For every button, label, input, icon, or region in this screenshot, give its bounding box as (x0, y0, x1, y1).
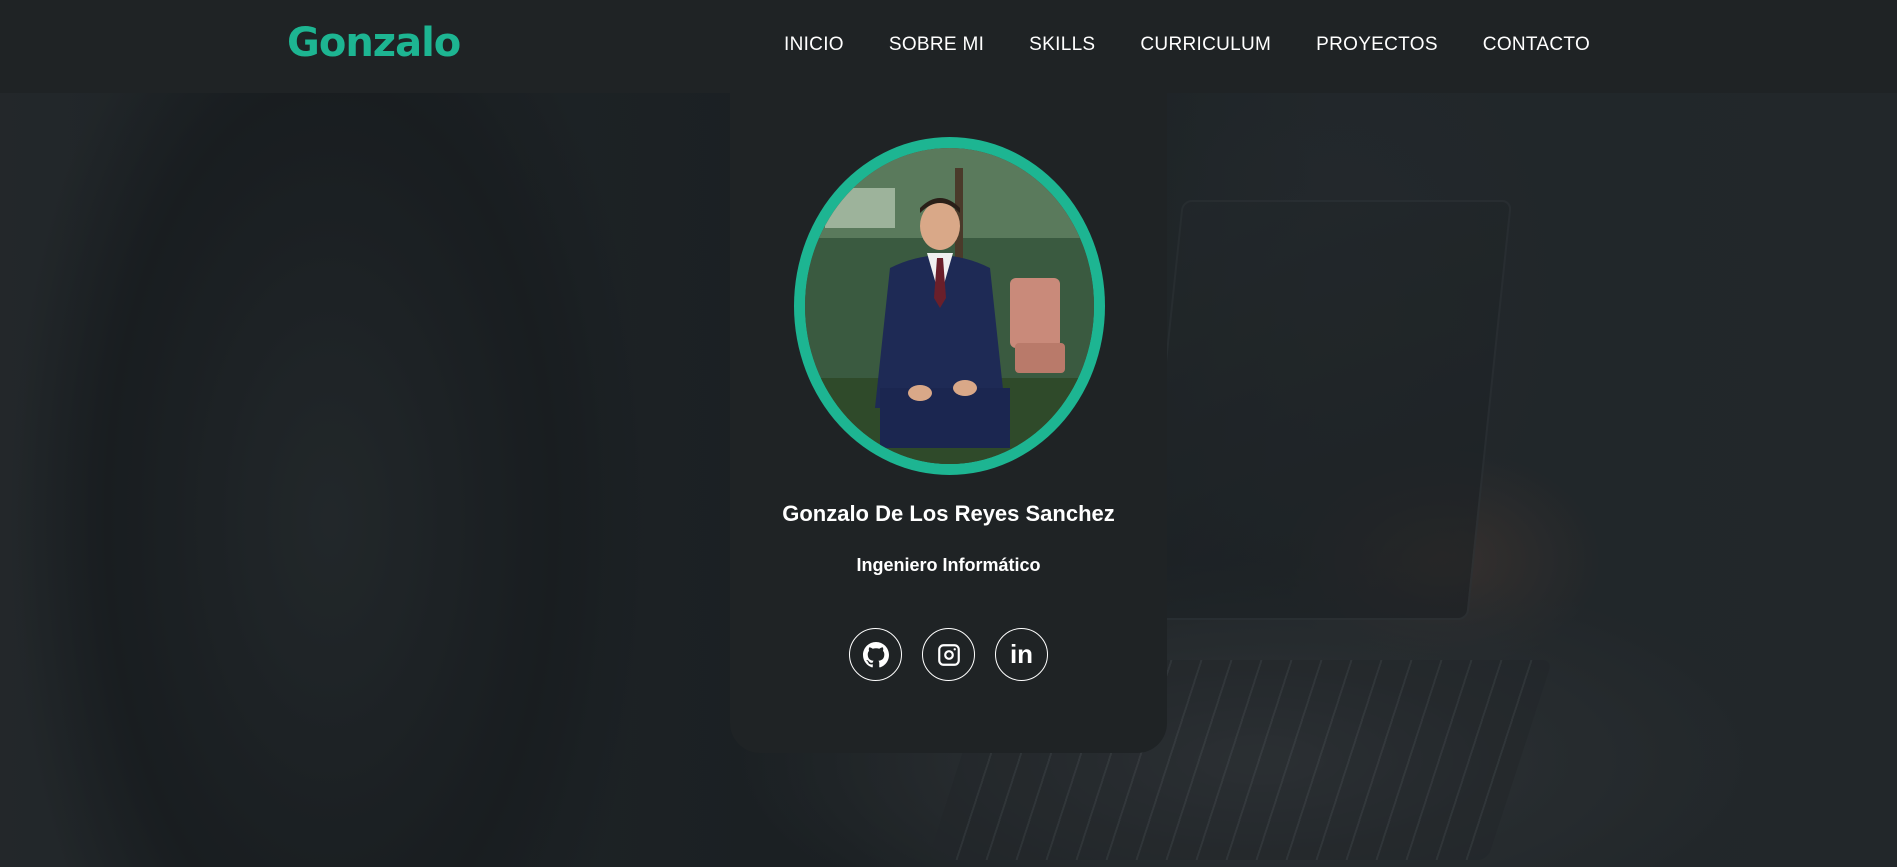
nav-link-sobre-mi[interactable]: SOBRE MI (889, 34, 984, 56)
site-header: Gonzalo INICIO SOBRE MI SKILLS CURRICULU… (0, 0, 1897, 93)
instagram-link[interactable] (922, 628, 975, 681)
profile-photo-illustration (805, 148, 1094, 464)
nav-link-skills[interactable]: SKILLS (1029, 34, 1095, 56)
profile-photo (805, 148, 1094, 464)
avatar-ring (794, 137, 1105, 475)
linkedin-link[interactable]: in (995, 628, 1048, 681)
instagram-icon (937, 643, 960, 666)
profile-card: Gonzalo De Los Reyes Sanchez Ingeniero I… (730, 93, 1167, 753)
site-logo[interactable]: Gonzalo (287, 20, 461, 66)
github-link[interactable] (849, 628, 902, 681)
nav-link-curriculum[interactable]: CURRICULUM (1140, 34, 1271, 56)
profile-role: Ingeniero Informático (856, 555, 1041, 575)
linkedin-icon: in (1009, 639, 1034, 669)
profile-name: Gonzalo De Los Reyes Sanchez (782, 501, 1115, 526)
nav-link-inicio[interactable]: INICIO (784, 34, 844, 56)
nav-link-contacto[interactable]: CONTACTO (1483, 34, 1590, 56)
github-icon (862, 641, 889, 667)
main-nav: INICIO SOBRE MI SKILLS CURRICULUM PROYEC… (784, 34, 1590, 56)
social-links: in (730, 628, 1167, 681)
nav-link-proyectos[interactable]: PROYECTOS (1316, 34, 1438, 56)
